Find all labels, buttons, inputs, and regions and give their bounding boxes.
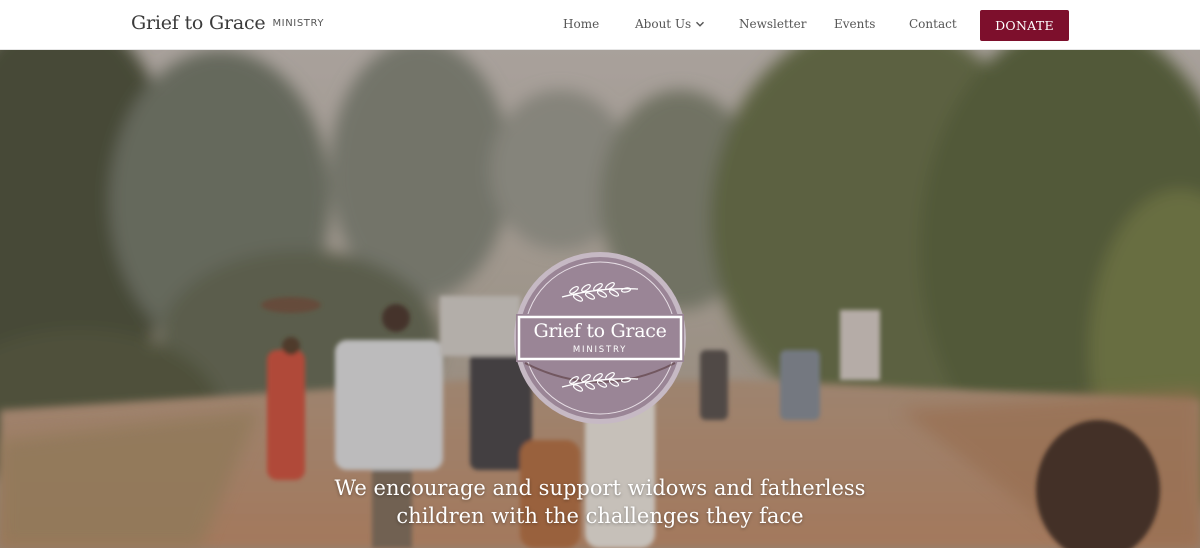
ministry-logo-badge: Grief to Grace MINISTRY (513, 251, 687, 425)
hero-tagline: We encourage and support widows and fath… (0, 474, 1200, 530)
site-header: Grief to Grace MINISTRY Home About Us Ne… (0, 0, 1200, 50)
nav-events[interactable]: Events (834, 17, 875, 31)
hero-section: Grief to Grace MINISTRY We encourage and… (0, 50, 1200, 548)
nav-contact[interactable]: Contact (909, 17, 957, 31)
nav-about-us[interactable]: About Us (635, 17, 705, 31)
logo-subtitle: MINISTRY (572, 345, 628, 355)
laurel-branch-icon-bottom (561, 372, 639, 392)
nav-home[interactable]: Home (563, 17, 599, 31)
nav-newsletter[interactable]: Newsletter (739, 17, 806, 31)
chevron-down-icon (696, 21, 705, 27)
donate-button[interactable]: DONATE (980, 10, 1069, 41)
tagline-line-1: We encourage and support widows and fath… (334, 476, 866, 500)
tagline-line-2: children with the challenges they face (396, 504, 804, 528)
laurel-branch-icon (561, 282, 639, 302)
nav-about-us-label: About Us (635, 17, 692, 31)
logo-title: Grief to Grace (533, 320, 667, 342)
